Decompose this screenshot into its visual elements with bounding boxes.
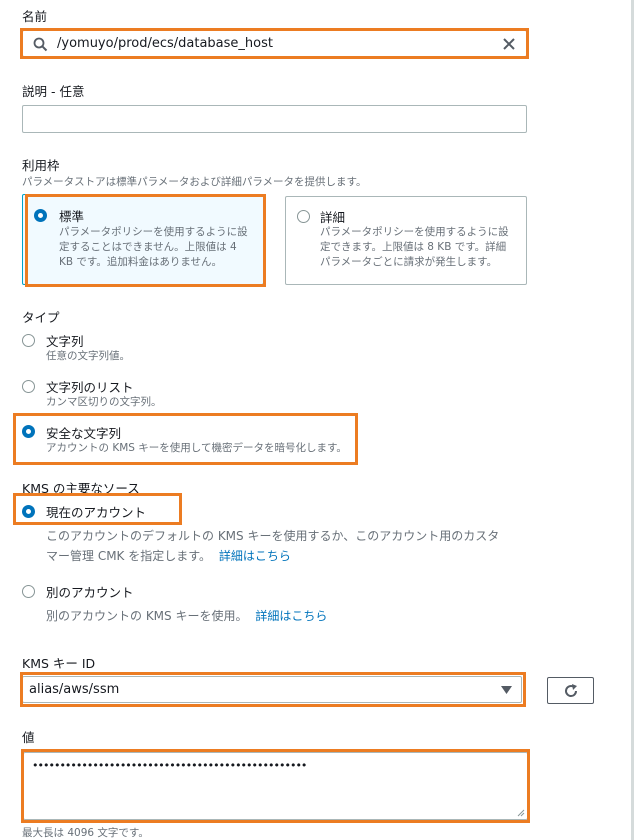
type-string-radio[interactable] <box>22 334 35 347</box>
kms-other-account-desc-row: 別のアカウントの KMS キーを使用。 詳細はこちら <box>46 607 327 624</box>
name-highlight <box>20 28 529 59</box>
kms-current-account-desc-2-row: マー管理 CMK を指定します。 詳細はこちら <box>46 547 291 564</box>
type-stringlist-title: 文字列のリスト <box>46 380 134 395</box>
tier-label: 利用枠 <box>22 158 60 173</box>
tier-advanced-tile[interactable]: 詳細 パラメータポリシーを使用するように設 定できます。上限値は 8 KB です… <box>285 196 527 285</box>
value-hint: 最大長は 4096 文字です。 <box>22 827 149 839</box>
type-label: タイプ <box>22 310 60 325</box>
type-string-desc: 任意の文字列値。 <box>46 350 130 362</box>
tier-advanced-title: 詳細 <box>320 210 346 225</box>
kms-key-highlight <box>20 672 526 707</box>
description-input[interactable] <box>22 105 527 133</box>
type-string-title: 文字列 <box>46 334 84 349</box>
refresh-button[interactable] <box>547 677 594 704</box>
value-label: 値 <box>22 730 35 745</box>
kms-other-account-title: 別のアカウント <box>46 585 134 600</box>
description-label: 説明 - 任意 <box>22 84 85 99</box>
tier-advanced-desc-3: パラメータごとに請求が発生します。 <box>320 256 498 268</box>
tier-advanced-desc-2: 定できます。上限値は 8 KB です。詳細 <box>320 241 507 253</box>
kms-key-label: KMS キー ID <box>22 656 96 671</box>
kms-current-account-highlight <box>13 493 182 525</box>
kms-current-account-desc-2: マー管理 CMK を指定します。 <box>46 549 212 563</box>
tier-standard-highlight <box>25 194 266 287</box>
learn-more-link-2[interactable]: 詳細はこちら <box>255 609 327 623</box>
tier-advanced-desc-1: パラメータポリシーを使用するように設 <box>320 226 509 238</box>
learn-more-link-1[interactable]: 詳細はこちら <box>219 549 291 563</box>
kms-current-account-desc-1: このアカウントのデフォルトの KMS キーを使用するか、このアカウント用のカスタ <box>46 529 500 543</box>
type-stringlist-radio[interactable] <box>22 380 35 393</box>
type-stringlist-desc: カンマ区切りの文字列。 <box>46 396 162 408</box>
tier-hint: パラメータストアは標準パラメータおよび詳細パラメータを提供します。 <box>22 176 367 188</box>
type-securestring-highlight <box>13 413 358 465</box>
tier-advanced-radio[interactable] <box>297 210 310 223</box>
kms-other-account-desc: 別のアカウントの KMS キーを使用。 <box>46 609 248 623</box>
value-highlight <box>21 749 530 823</box>
kms-other-account-radio[interactable] <box>22 585 35 598</box>
refresh-icon <box>565 684 578 697</box>
name-label: 名前 <box>22 9 48 24</box>
